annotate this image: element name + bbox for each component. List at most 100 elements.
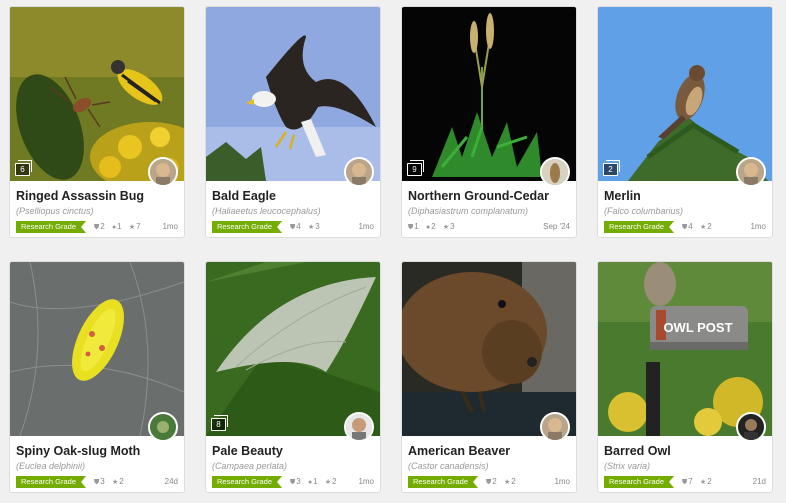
observation-meta: Research Grade ⛊7 ★2 21d [604,476,766,488]
observation-age: 1mo [162,222,178,231]
id-shield-icon: ⛊ [290,479,296,486]
observation-title[interactable]: Ringed Assassin Bug [16,189,144,203]
avatar[interactable] [344,412,374,442]
observation-photo[interactable] [206,7,380,181]
ids-count: 4 [296,222,301,231]
star-icon: ★ [699,479,707,486]
observation-card[interactable]: Spiny Oak-slug Moth (Euclea delphinii) R… [9,261,185,493]
observation-age: 1mo [358,222,374,231]
observation-photo[interactable] [402,7,576,181]
avatar[interactable] [148,412,178,442]
scientific-name: (Strix varia) [604,461,651,471]
observation-meta: Research Grade ⛊3 ★2 24d [16,476,178,488]
id-shield-icon: ⛊ [408,224,414,231]
research-grade-badge: Research Grade [408,476,478,488]
ids-count: 2 [100,222,105,231]
faves-count: 2 [511,477,516,486]
comments-count: 2 [431,222,436,231]
research-grade-badge: Research Grade [16,221,86,233]
observation-card[interactable]: American Beaver (Castor canadensis) Rese… [401,261,577,493]
observation-title[interactable]: American Beaver [408,444,510,458]
observation-meta: Research Grade ⛊4 ★2 1mo [604,221,766,233]
scientific-name: (Diphasiastrum complanatum) [408,206,529,216]
comment-icon: ● [307,479,313,486]
scientific-name: (Haliaeetus leucocephalus) [212,206,321,216]
star-icon: ★ [128,224,136,231]
photo-count-badge: 2 [603,160,620,176]
star-icon: ★ [111,479,119,486]
observation-title[interactable]: Pale Beauty [212,444,283,458]
scientific-name: (Pselliopus cinctus) [16,206,94,216]
id-shield-icon: ⛊ [682,224,688,231]
observation-meta: Research Grade ⛊4 ★3 1mo [212,221,374,233]
observation-card[interactable]: Bald Eagle (Haliaeetus leucocephalus) Re… [205,6,381,238]
photo-count-badge: 6 [15,160,32,176]
star-icon: ★ [503,479,511,486]
id-shield-icon: ⛊ [290,224,296,231]
research-grade-badge: Research Grade [212,476,282,488]
ids-count: 4 [688,222,693,231]
observation-photo[interactable] [10,262,184,436]
scientific-name: (Campaea perlata) [212,461,288,471]
faves-count: 2 [707,222,712,231]
comments-count: 1 [117,222,122,231]
avatar[interactable] [540,157,570,187]
observation-title[interactable]: Barred Owl [604,444,671,458]
observation-title[interactable]: Merlin [604,189,641,203]
observation-meta: Research Grade ⛊2 ●1 ★7 1mo [16,221,178,233]
comment-icon: ● [425,224,431,231]
observation-age: Sep '24 [543,222,570,231]
id-shield-icon: ⛊ [486,479,492,486]
ids-count: 7 [688,477,693,486]
avatar[interactable] [736,412,766,442]
star-icon: ★ [307,224,315,231]
observation-age: 1mo [750,222,766,231]
observation-title[interactable]: Spiny Oak-slug Moth [16,444,140,458]
observation-title[interactable]: Bald Eagle [212,189,276,203]
observation-meta: Research Grade ⛊2 ★2 1mo [408,476,570,488]
observation-card[interactable]: OWL POST Barred Owl (Strix varia) Resear… [597,261,773,493]
observation-title[interactable]: Northern Ground-Cedar [408,189,549,203]
observation-card[interactable]: 6 Ringed Assassin Bug (Pselliopus cinctu… [9,6,185,238]
research-grade-badge: Research Grade [604,221,674,233]
ids-count: 3 [100,477,105,486]
observation-card[interactable]: 2 Merlin (Falco columbarius) Research Gr… [597,6,773,238]
observation-photo[interactable] [402,262,576,436]
observation-card[interactable]: 9 Northern Ground-Cedar (Diphasiastrum c… [401,6,577,238]
observation-card[interactable]: 8 Pale Beauty (Campaea perlata) Research… [205,261,381,493]
scientific-name: (Castor canadensis) [408,461,489,471]
ids-count: 1 [414,222,419,231]
id-shield-icon: ⛊ [94,479,100,486]
star-icon: ★ [699,224,707,231]
observation-meta: Research Grade ⛊3 ●1 ★2 1mo [212,476,374,488]
observation-meta: ⛊1 ●2 ★3 Sep '24 [408,221,570,233]
ids-count: 2 [492,477,497,486]
star-icon: ★ [324,479,332,486]
id-shield-icon: ⛊ [682,479,688,486]
avatar[interactable] [344,157,374,187]
id-shield-icon: ⛊ [94,224,100,231]
faves-count: 7 [136,222,141,231]
faves-count: 2 [707,477,712,486]
avatar[interactable] [148,157,178,187]
research-grade-badge: Research Grade [212,221,282,233]
observation-photo[interactable]: OWL POST [598,262,772,436]
observation-photo[interactable] [10,7,184,181]
photo-count-badge: 8 [211,415,228,431]
faves-count: 2 [332,477,337,486]
mailbox-label: OWL POST [663,320,732,335]
observation-age: 1mo [554,477,570,486]
avatar[interactable] [540,412,570,442]
star-icon: ★ [442,224,450,231]
observation-photo[interactable] [598,7,772,181]
scientific-name: (Falco columbarius) [604,206,684,216]
research-grade-badge: Research Grade [604,476,674,488]
avatar[interactable] [736,157,766,187]
faves-count: 3 [315,222,320,231]
observation-grid: 6 Ringed Assassin Bug (Pselliopus cinctu… [0,0,786,503]
faves-count: 2 [119,477,124,486]
observation-age: 1mo [358,477,374,486]
observation-photo[interactable] [206,262,380,436]
faves-count: 3 [450,222,455,231]
observation-age: 21d [752,477,766,486]
